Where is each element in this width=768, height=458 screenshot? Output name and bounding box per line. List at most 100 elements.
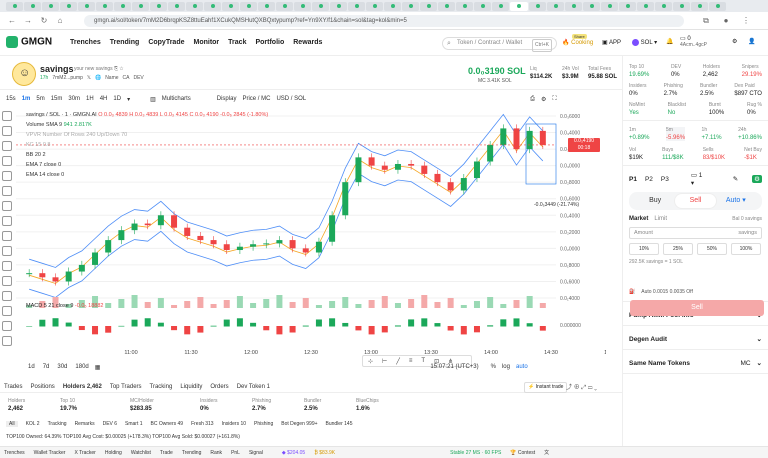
browser-tab[interactable] xyxy=(60,1,77,11)
status-holding[interactable]: Holding xyxy=(105,450,122,456)
profile-icon[interactable]: ● xyxy=(720,16,732,25)
eye-tool-icon[interactable] xyxy=(2,276,12,286)
interval-1H[interactable]: 1H xyxy=(86,96,94,102)
browser-tab[interactable] xyxy=(601,1,618,11)
filter-tag[interactable]: Bundler 145 xyxy=(326,421,353,427)
screenshot-icon[interactable]: ⎙ xyxy=(530,96,535,103)
favorites-tool-icon[interactable] xyxy=(2,306,12,316)
wallet-count-icon[interactable]: ▭ 1 ▾ xyxy=(691,171,703,187)
scale-auto[interactable]: auto xyxy=(516,364,528,370)
share-icon[interactable]: ⤴ xyxy=(566,385,572,391)
zoom-tool-icon[interactable] xyxy=(2,231,12,241)
bottom-tab[interactable]: Positions xyxy=(30,384,54,390)
limit-tab[interactable]: Limit xyxy=(654,216,667,222)
interval-4H[interactable]: 4H xyxy=(100,96,108,102)
reload-icon[interactable]: ↻ xyxy=(38,16,50,25)
bottom-tab[interactable]: Liquidity xyxy=(180,384,202,390)
menu-icon[interactable]: ⋮ xyxy=(740,16,752,25)
browser-tab[interactable] xyxy=(186,1,203,11)
browser-tab[interactable] xyxy=(258,1,275,11)
status-rank[interactable]: Rank xyxy=(210,450,222,456)
percent-25[interactable]: 25% xyxy=(663,243,693,255)
language-toggle[interactable]: 文 xyxy=(544,449,549,456)
browser-tab[interactable] xyxy=(24,1,41,11)
status-trade[interactable]: Trade xyxy=(160,450,173,456)
interval-5m[interactable]: 5m xyxy=(36,96,44,102)
browser-tab[interactable] xyxy=(96,1,113,11)
browser-tab[interactable] xyxy=(312,1,329,11)
nav-copytrade[interactable]: CopyTrade xyxy=(148,39,184,46)
bottom-tab[interactable]: Tracking xyxy=(150,384,173,390)
contest-link[interactable]: 🏆 Contest xyxy=(510,450,535,456)
trend-line-tool-icon[interactable] xyxy=(2,126,12,136)
currency-toggle[interactable]: USD / SOL xyxy=(276,96,306,102)
browser-tab[interactable] xyxy=(402,1,419,11)
price-mc-toggle[interactable]: Price / MC xyxy=(242,96,270,102)
scale-percent[interactable]: % xyxy=(491,364,496,370)
section-header[interactable]: Degen Audit ⌄ xyxy=(623,326,768,350)
chain-selector[interactable]: SOL ▾ xyxy=(632,39,657,46)
browser-tab[interactable] xyxy=(348,1,365,11)
multicharts-button[interactable]: Multicharts xyxy=(162,96,191,102)
percent-10[interactable]: 10% xyxy=(629,243,659,255)
filter-tag[interactable]: Tracking xyxy=(48,421,67,427)
percent-100[interactable]: 100% xyxy=(731,243,761,255)
filter-tag[interactable]: All xyxy=(6,421,18,427)
filter-tag[interactable]: DEV 6 xyxy=(103,421,117,427)
browser-tab[interactable] xyxy=(168,1,185,11)
market-tab[interactable]: Market xyxy=(629,216,648,222)
gmgn-logo[interactable]: GMGN xyxy=(6,36,52,48)
browser-tab[interactable] xyxy=(691,1,708,11)
mc-filter[interactable]: MC xyxy=(740,360,750,367)
interval-1m[interactable]: 1m xyxy=(22,96,31,102)
url-field[interactable]: gmgn.ai/sol/token/7mM2D6brqpKSZ8ttuEahf1… xyxy=(84,15,684,27)
ruler-tool-icon[interactable] xyxy=(2,201,12,211)
pattern-tool-icon[interactable] xyxy=(2,186,12,196)
arrow-tool-icon[interactable] xyxy=(2,336,12,346)
interval-dropdown-icon[interactable]: ▾ xyxy=(127,96,130,103)
filter-tag[interactable]: Remarks xyxy=(75,421,95,427)
zoom-icon[interactable]: ⊕ xyxy=(574,385,580,391)
preset-p1[interactable]: P1 xyxy=(629,176,637,183)
collapse-icon[interactable]: ⌄ xyxy=(594,385,597,391)
search-input[interactable]: ⌕ Token / Contract / Wallet Ctrl+K xyxy=(442,37,557,52)
browser-tab[interactable] xyxy=(420,1,437,11)
auto-tab[interactable]: Auto ▾ xyxy=(716,194,756,208)
expand-icon[interactable]: ⤢ xyxy=(581,385,586,391)
app-button[interactable]: ▣ APP xyxy=(602,39,621,46)
brush-tool-icon[interactable] xyxy=(2,156,12,166)
browser-tab[interactable] xyxy=(384,1,401,11)
browser-tab[interactable] xyxy=(150,1,167,11)
bottom-tab[interactable]: Orders xyxy=(210,384,228,390)
token-creator[interactable]: 7mM2...pump xyxy=(52,75,83,81)
browser-tab[interactable] xyxy=(6,1,23,11)
interval-15s[interactable]: 15s xyxy=(6,96,16,102)
tag-dev[interactable]: DEV xyxy=(133,75,143,81)
preset-p2[interactable]: P2 xyxy=(645,176,653,183)
range-7d[interactable]: 7d xyxy=(43,364,50,370)
fib-tool-icon[interactable] xyxy=(2,141,12,151)
bell-icon[interactable]: 🔔 xyxy=(666,38,673,45)
twitter-icon[interactable]: 𝕏 xyxy=(87,75,91,81)
browser-tab[interactable] xyxy=(583,1,600,11)
browser-tab[interactable] xyxy=(673,1,690,11)
browser-tab[interactable] xyxy=(438,1,455,11)
browser-tab[interactable] xyxy=(330,1,347,11)
calendar-icon[interactable]: ▦ xyxy=(95,364,101,371)
browser-tab[interactable] xyxy=(510,1,528,11)
status-pnl[interactable]: PnL xyxy=(231,450,240,456)
nav-trending[interactable]: Trending xyxy=(110,39,140,46)
tag-ca[interactable]: CA xyxy=(123,75,130,81)
preset-p3[interactable]: P3 xyxy=(661,176,669,183)
trash-tool-icon[interactable] xyxy=(2,291,12,301)
filter-tag[interactable]: Bot Degen 999+ xyxy=(281,421,317,427)
magnet-tool-icon[interactable] xyxy=(2,246,12,256)
browser-tab[interactable] xyxy=(132,1,149,11)
browser-tab[interactable] xyxy=(655,1,672,11)
cooking-button[interactable]: Share 🔥 Cooking xyxy=(562,34,593,46)
range-30d[interactable]: 30d xyxy=(57,364,67,370)
status-signal[interactable]: Signal xyxy=(249,450,263,456)
browser-tab[interactable] xyxy=(547,1,564,11)
browser-tab[interactable] xyxy=(366,1,383,11)
tag-name[interactable]: Name xyxy=(105,75,118,81)
